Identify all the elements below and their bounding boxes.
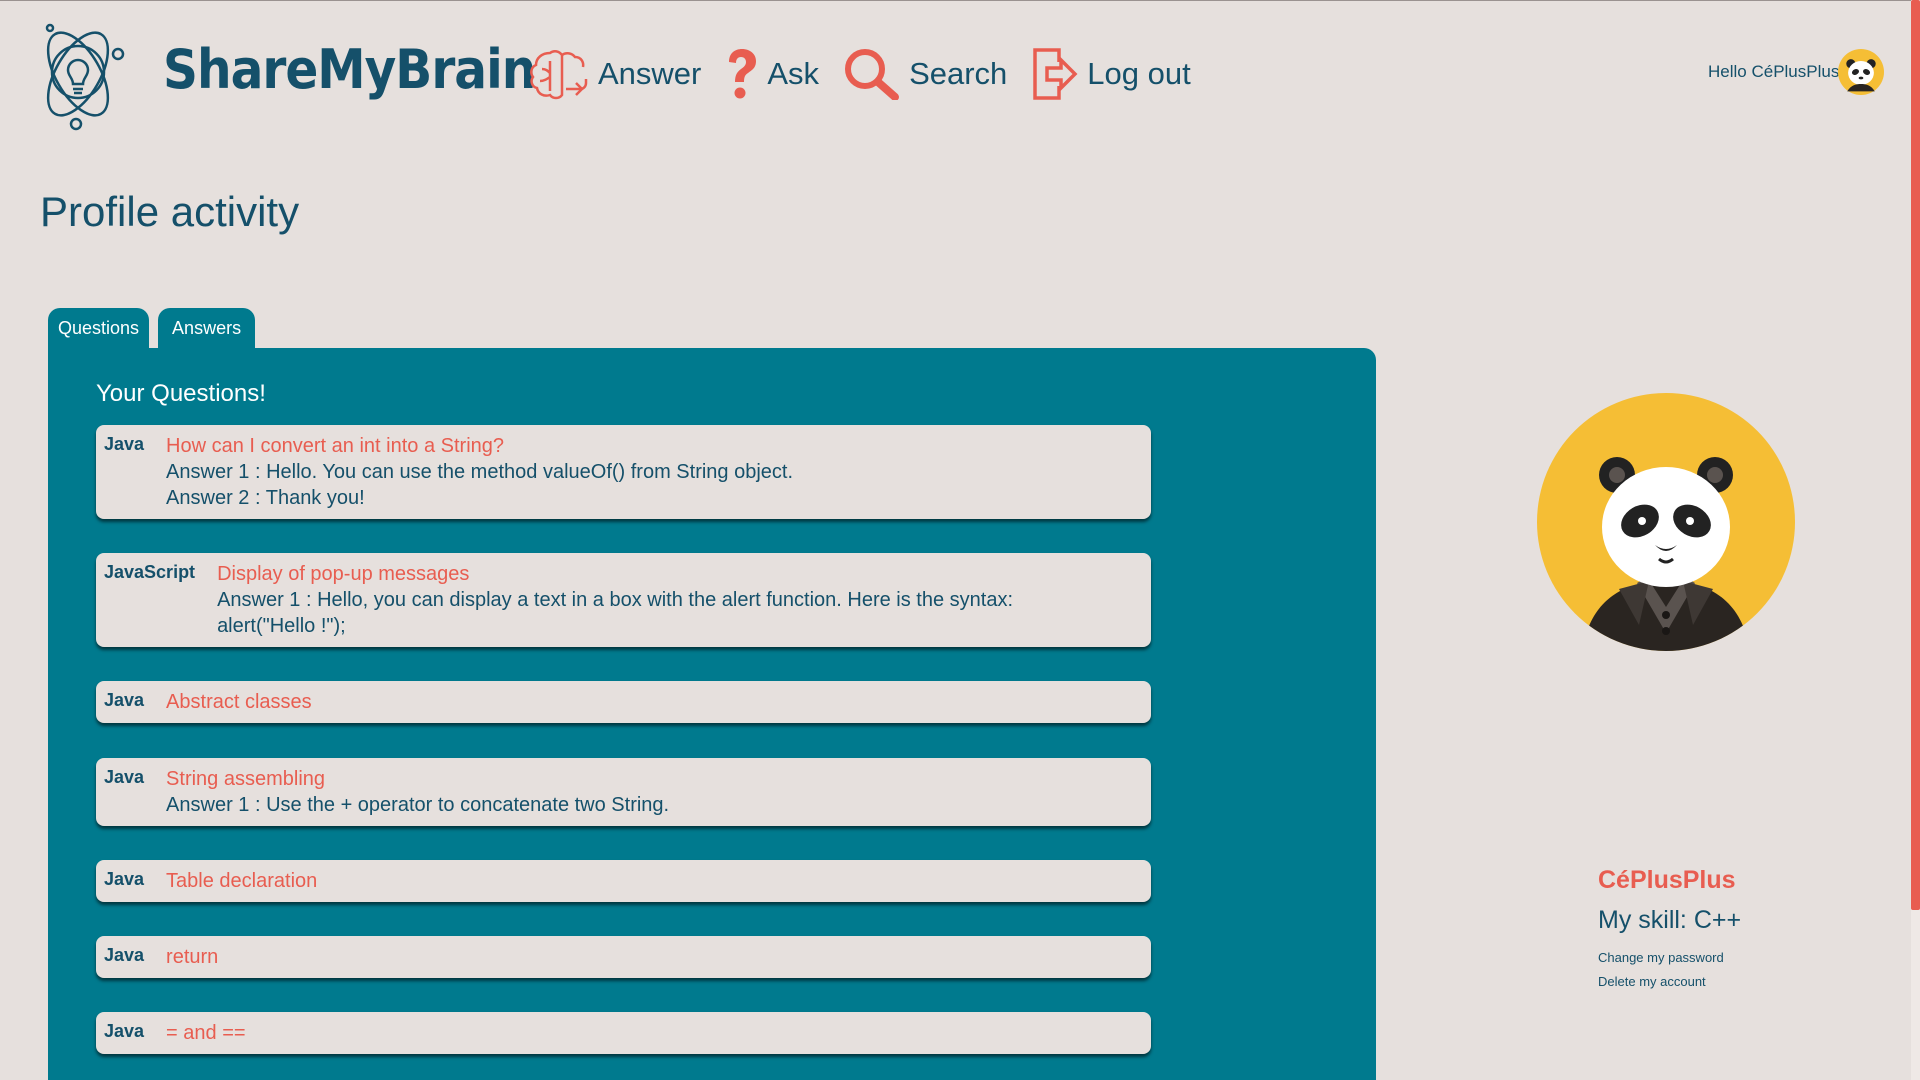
nav-search[interactable]: Search [843,48,1007,100]
panda-icon [1838,49,1884,95]
question-title[interactable]: return [166,944,218,970]
page-title: Profile activity [40,188,300,235]
user-avatar[interactable] [1838,49,1884,95]
profile-skill: My skill: C++ [1598,906,1742,934]
activity-tabs: Questions Answers [48,308,264,348]
nav-answer-label: Answer [598,56,702,91]
question-card: Java Abstract classes [96,681,1151,723]
question-language: Java [104,1021,145,1041]
question-language: Java [104,869,145,889]
nav-ask[interactable]: Ask [725,48,819,100]
user-greeting: Hello CéPlusPlus [1708,62,1840,81]
question-body: Display of pop-up messages Answer 1 : He… [217,561,1087,639]
question-language: Java [104,690,145,710]
question-body: = and == [166,1020,246,1046]
delete-account-link[interactable]: Delete my account [1598,974,1706,989]
question-title[interactable]: How can I convert an int into a String? [166,433,793,459]
brand-name[interactable]: ShareMyBrain [163,38,536,101]
question-language: Java [104,767,145,787]
nav-logout[interactable]: Log out [1031,46,1191,102]
panda-icon [1537,393,1795,651]
question-card: Java return [96,936,1151,978]
profile-name: CéPlusPlus [1598,866,1736,894]
question-card: Java = and == [96,1012,1151,1054]
profile-avatar [1537,393,1795,651]
question-body: return [166,944,218,970]
tab-answers[interactable]: Answers [158,308,256,348]
logout-icon [1033,48,1078,100]
question-title[interactable]: Display of pop-up messages [217,561,1087,587]
question-language: JavaScript [104,562,196,582]
nav-logout-label: Log out [1087,56,1191,91]
question-card: Java String assembling Answer 1 : Use th… [96,758,1151,826]
question-title[interactable]: Abstract classes [166,689,312,715]
question-card: Java Table declaration [96,860,1151,902]
header: ShareMyBrain Answer Ask Search Log out H… [0,0,1900,150]
question-answer: Answer 1 : Hello. You can use the method… [166,461,794,483]
brain-share-icon [530,50,588,100]
question-body: How can I convert an int into a String? … [166,433,793,511]
panel-heading: Your Questions! [96,380,266,407]
question-body: String assembling Answer 1 : Use the + o… [166,766,669,818]
question-body: Table declaration [166,868,317,894]
question-title[interactable]: Table declaration [166,868,317,894]
nav-answer[interactable]: Answer [528,47,701,101]
question-answer: Answer 1 : Hello, you can display a text… [217,589,1014,637]
magnifier-icon [845,49,900,100]
change-password-link[interactable]: Change my password [1598,950,1724,965]
brain-logo-icon[interactable] [28,14,132,132]
question-answer: Answer 2 : Thank you! [166,487,365,509]
question-language: Java [104,434,145,454]
nav-ask-label: Ask [767,56,820,91]
question-mark-icon [729,49,757,99]
scrollbar-thumb[interactable] [1911,0,1920,910]
nav-search-label: Search [909,56,1008,91]
question-answer: Answer 1 : Use the + operator to concate… [166,794,670,816]
question-card: JavaScript Display of pop-up messages An… [96,553,1151,647]
question-title[interactable]: = and == [166,1020,246,1046]
question-body: Abstract classes [166,689,312,715]
question-title[interactable]: String assembling [166,766,669,792]
question-card: Java How can I convert an int into a Str… [96,425,1151,519]
main-nav: Answer Ask Search Log out [528,46,1215,102]
questions-panel: Your Questions! Java How can I convert a… [48,348,1376,1080]
question-language: Java [104,945,145,965]
tab-questions[interactable]: Questions [48,308,150,348]
